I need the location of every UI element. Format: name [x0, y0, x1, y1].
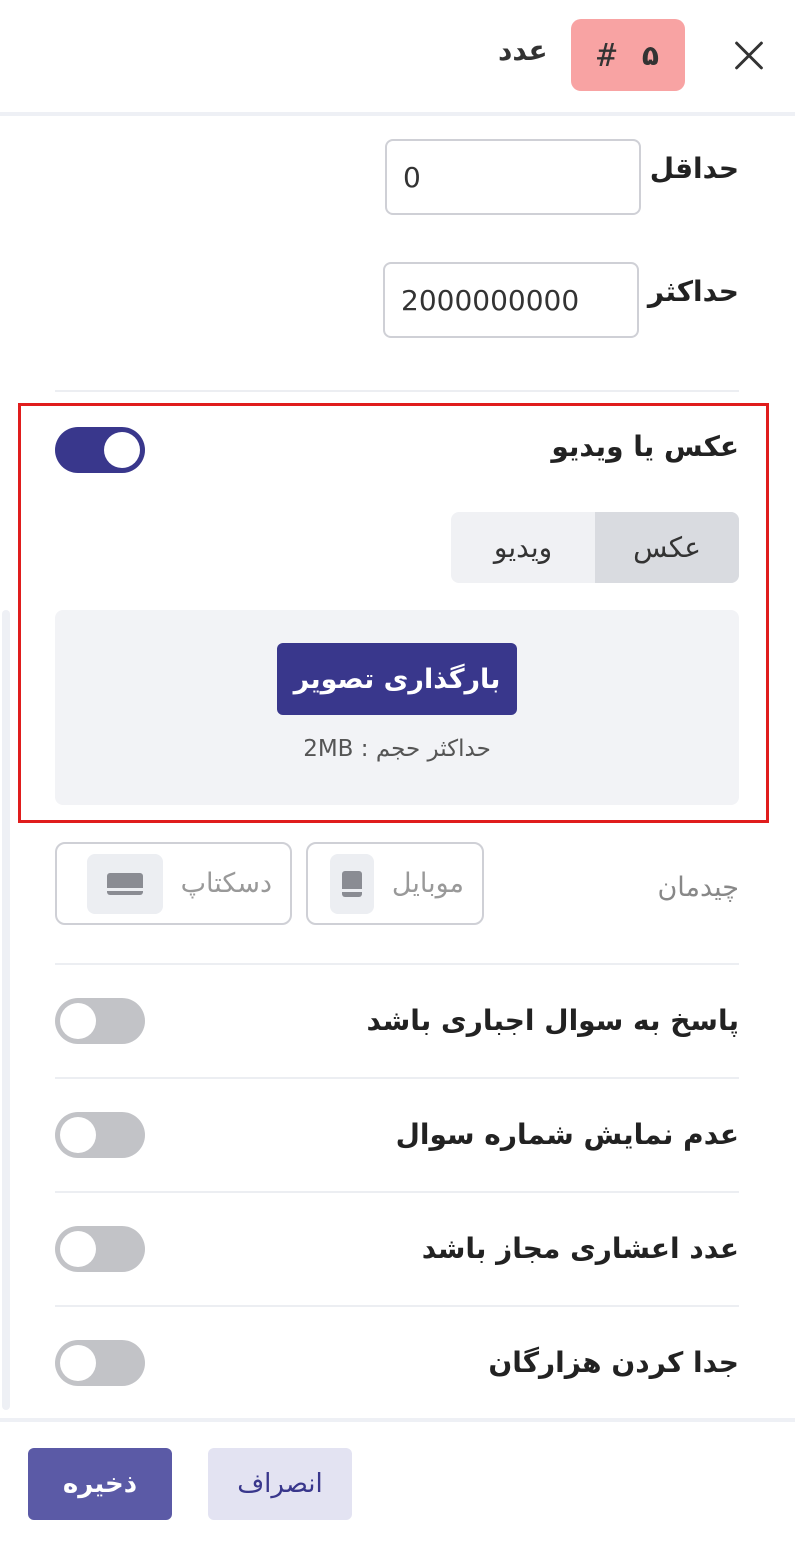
thousands-separator-label: جدا کردن هزارگان: [488, 1346, 739, 1379]
layout-option-desktop[interactable]: دسکتاپ: [55, 842, 292, 925]
divider: [55, 1077, 739, 1079]
upload-size-hint: حداکثر حجم : 2MB: [303, 736, 491, 762]
layout-option-mobile[interactable]: موبایل: [306, 842, 484, 925]
tab-image[interactable]: عکس: [595, 512, 739, 583]
upload-image-button[interactable]: بارگذاری تصویر: [277, 643, 517, 715]
desktop-icon: [86, 853, 163, 914]
allow-decimal-label: عدد اعشاری مجاز باشد: [421, 1232, 739, 1265]
allow-decimal-toggle[interactable]: [55, 1226, 145, 1272]
layout-option-label: دسکتاپ: [180, 868, 272, 899]
hide-question-number-label: عدم نمایش شماره سوال: [395, 1118, 739, 1151]
question-settings-panel: # ۵ عدد حداقل حداکثر عکس یا ویدیو عکس وی…: [0, 0, 795, 1542]
min-label: حداقل: [649, 152, 739, 185]
thousands-separator-toggle[interactable]: [55, 1340, 145, 1386]
question-number-badge: # ۵: [571, 19, 685, 91]
hide-question-number-toggle[interactable]: [55, 1112, 145, 1158]
layout-option-label: موبایل: [391, 868, 464, 899]
divider: [55, 1191, 739, 1193]
question-number: ۵: [641, 38, 659, 72]
mobile-icon: [329, 853, 374, 914]
close-icon[interactable]: [728, 36, 768, 76]
toggle-knob: [60, 1231, 96, 1267]
cancel-button[interactable]: انصراف: [208, 1448, 352, 1520]
question-type-title: عدد: [498, 34, 548, 67]
min-input[interactable]: [385, 139, 641, 215]
toggle-knob: [104, 432, 140, 468]
tab-video[interactable]: ویدیو: [451, 512, 595, 583]
panel-header: # ۵ عدد: [0, 0, 795, 114]
toggle-knob: [60, 1345, 96, 1381]
save-button[interactable]: ذخیره: [28, 1448, 172, 1520]
header-divider: [0, 112, 795, 116]
divider: [55, 1305, 739, 1307]
required-answer-label: پاسخ به سوال اجباری باشد: [366, 1004, 739, 1037]
required-answer-toggle[interactable]: [55, 998, 145, 1044]
max-label: حداکثر: [647, 275, 739, 308]
divider: [55, 390, 739, 392]
media-toggle[interactable]: [55, 427, 145, 473]
layout-label: چیدمان: [657, 872, 739, 903]
divider: [55, 963, 739, 965]
media-type-tabs: عکس ویدیو: [451, 512, 739, 583]
toggle-knob: [60, 1117, 96, 1153]
max-input[interactable]: [383, 262, 639, 338]
hash-icon: #: [597, 36, 617, 74]
toggle-knob: [60, 1003, 96, 1039]
scrollbar[interactable]: [2, 610, 10, 1410]
upload-area: بارگذاری تصویر حداکثر حجم : 2MB: [55, 610, 739, 805]
footer-divider: [0, 1418, 795, 1422]
media-toggle-label: عکس یا ویدیو: [551, 430, 739, 463]
